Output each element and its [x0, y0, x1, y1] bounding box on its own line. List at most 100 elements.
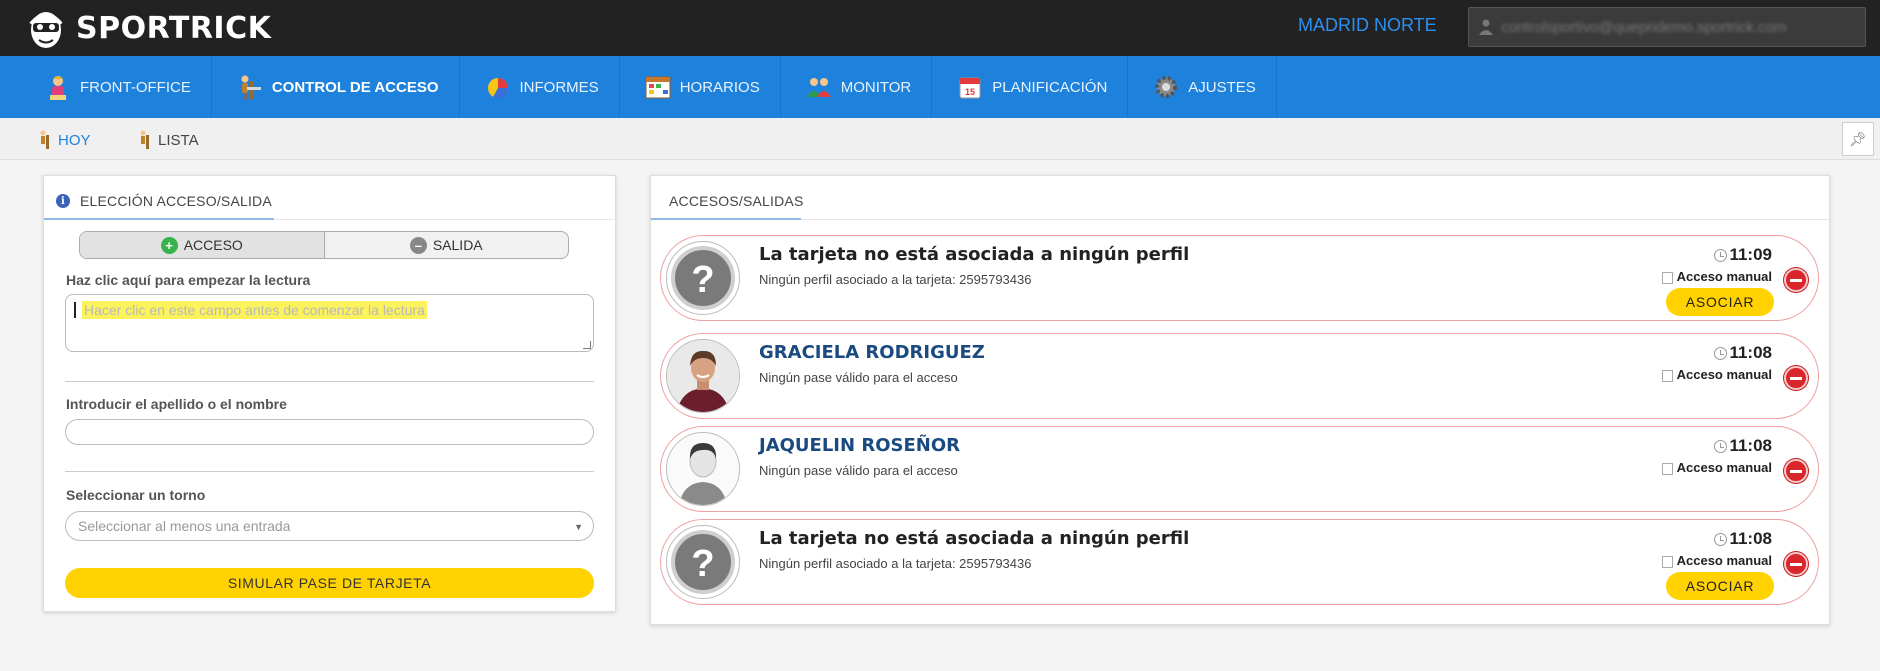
- default-avatar: [666, 432, 740, 506]
- manual-access-icon: [1661, 556, 1673, 568]
- pin-button[interactable]: 📌︎: [1842, 122, 1874, 156]
- divider: [65, 381, 594, 382]
- info-icon: i: [56, 194, 70, 208]
- subnav-hoy[interactable]: HOY: [38, 130, 91, 150]
- access-choice-panel: i ELECCIÓN ACCESO/SALIDA + ACCESO – SALI…: [43, 175, 616, 612]
- entry-mode: Acceso manual: [1661, 366, 1772, 382]
- turnstile-placeholder: Seleccionar al menos una entrada: [78, 518, 291, 534]
- main-nav: FRONT-OFFICE CONTROL DE ACCESO INFORMES …: [0, 56, 1880, 128]
- calendar-icon: 15: [959, 77, 981, 99]
- name-search-input[interactable]: [65, 419, 594, 445]
- manual-access-icon: [1661, 272, 1673, 284]
- svg-text:?: ?: [691, 259, 714, 301]
- remove-entry-button[interactable]: [1784, 552, 1808, 576]
- text-caret: [74, 301, 76, 318]
- panel-header: ACCESOS/SALIDAS: [651, 176, 1829, 220]
- turnstile-icon: [140, 130, 149, 149]
- title-underline: [44, 218, 274, 220]
- minus-circle-icon: –: [409, 236, 427, 254]
- clock-icon: [1714, 532, 1728, 546]
- nav-informes[interactable]: INFORMES: [460, 56, 620, 118]
- clock-icon: [1714, 248, 1728, 262]
- receptionist-icon: [50, 76, 66, 100]
- nav-label: AJUSTES: [1188, 78, 1256, 96]
- location-selector[interactable]: MADRID NORTE: [1298, 15, 1437, 36]
- turnstile-icon: [241, 75, 261, 100]
- nav-planificacion[interactable]: 15 PLANIFICACIÓN: [932, 56, 1129, 118]
- nav-monitor[interactable]: MONITOR: [781, 56, 933, 118]
- entry-mode-text: Acceso manual: [1676, 268, 1772, 284]
- subnav-lista[interactable]: LISTA: [138, 130, 199, 150]
- user-email: controlsportivo@quepridemo.sportrick.com: [1501, 18, 1787, 36]
- entry-subtitle: Ningún pase válido para el acceso: [759, 370, 958, 385]
- turnstile-select[interactable]: Seleccionar al menos una entrada ▼: [65, 511, 594, 541]
- card-reader-field[interactable]: Hacer clic en este campo antes de comenz…: [65, 294, 594, 352]
- access-entry: ? La tarjeta no está asociada a ningún p…: [660, 235, 1819, 321]
- nav-label: CONTROL DE ACCESO: [271, 78, 439, 96]
- reader-placeholder: Hacer clic en este campo antes de comenz…: [82, 300, 427, 319]
- member-name[interactable]: JAQUELIN ROSEÑOR: [759, 435, 960, 456]
- app-logo[interactable]: SPORTRICK: [24, 4, 271, 52]
- question-mark-icon: ?: [671, 530, 735, 594]
- user-account-box[interactable]: controlsportivo@quepridemo.sportrick.com: [1468, 7, 1866, 47]
- entry-title: La tarjeta no está asociada a ningún per…: [759, 528, 1190, 549]
- app-name: SPORTRICK: [76, 10, 272, 46]
- entry-subtitle: Ningún perfil asociado a la tarjeta: 259…: [759, 556, 1032, 571]
- remove-entry-button[interactable]: [1784, 268, 1808, 292]
- toggle-salida-label: SALIDA: [432, 237, 483, 253]
- entry-mode-text: Acceso manual: [1676, 366, 1772, 382]
- nav-label: PLANIFICACIÓN: [992, 78, 1108, 96]
- title-underline: [651, 218, 801, 220]
- person-silhouette-icon: [667, 433, 739, 505]
- nav-horarios[interactable]: HORARIOS: [620, 56, 781, 118]
- nav-control-de-acceso[interactable]: CONTROL DE ACCESO: [212, 56, 460, 128]
- top-bar: SPORTRICK MADRID NORTE controlsportivo@q…: [0, 0, 1880, 56]
- subnav-label: HOY: [58, 131, 91, 149]
- reader-label: Haz clic aquí para empezar la lectura: [66, 272, 311, 288]
- entry-time: 11:08: [1714, 436, 1772, 456]
- manual-access-icon: [1661, 370, 1673, 382]
- unknown-card-avatar: ?: [666, 241, 740, 315]
- panel-title: ACCESOS/SALIDAS: [669, 193, 804, 209]
- nav-front-office[interactable]: FRONT-OFFICE: [0, 56, 212, 118]
- turnstile-label: Seleccionar un torno: [66, 487, 206, 503]
- toggle-acceso[interactable]: + ACCESO: [80, 232, 325, 258]
- pie-chart-icon: [487, 78, 508, 99]
- divider: [65, 471, 594, 472]
- member-name[interactable]: GRACIELA RODRIGUEZ: [759, 342, 985, 363]
- schedule-grid-icon: [645, 76, 671, 99]
- panel-title-text: ACCESOS/SALIDAS: [669, 193, 804, 209]
- asociar-button[interactable]: ASOCIAR: [1666, 572, 1774, 600]
- user-icon: [1479, 19, 1493, 35]
- remove-entry-button[interactable]: [1784, 459, 1808, 483]
- remove-entry-button[interactable]: [1784, 366, 1808, 390]
- pin-icon: 📌︎: [1849, 130, 1867, 147]
- nav-ajustes[interactable]: AJUSTES: [1128, 56, 1277, 118]
- entry-mode-text: Acceso manual: [1676, 552, 1772, 568]
- svg-text:?: ?: [691, 543, 714, 585]
- entry-mode: Acceso manual: [1661, 552, 1772, 568]
- entry-subtitle: Ningún pase válido para el acceso: [759, 463, 958, 478]
- entry-time-value: 11:08: [1729, 436, 1772, 455]
- simulate-card-button[interactable]: SIMULAR PASE DE TARJETA: [65, 568, 594, 598]
- logo-mascot-icon: [29, 12, 63, 48]
- users-icon: [806, 78, 831, 97]
- access-log-panel: ACCESOS/SALIDAS ? La tarjeta no está aso…: [650, 175, 1830, 625]
- toggle-salida[interactable]: – SALIDA: [325, 232, 569, 258]
- resize-grip-icon[interactable]: [583, 341, 591, 349]
- question-mark-icon: ?: [671, 246, 735, 310]
- asociar-button[interactable]: ASOCIAR: [1666, 288, 1774, 316]
- nav-label: HORARIOS: [679, 78, 760, 96]
- plus-icon: +: [160, 236, 178, 254]
- nav-label: MONITOR: [840, 78, 912, 96]
- entry-mode: Acceso manual: [1661, 268, 1772, 284]
- unknown-card-avatar: ?: [666, 525, 740, 599]
- panel-header: i ELECCIÓN ACCESO/SALIDA: [44, 176, 615, 220]
- manual-access-icon: [1661, 463, 1673, 475]
- name-label: Introducir el apellido o el nombre: [66, 396, 287, 412]
- nav-label: FRONT-OFFICE: [80, 78, 191, 96]
- toggle-acceso-label: ACCESO: [183, 237, 243, 253]
- entry-time: 11:09: [1714, 245, 1772, 265]
- chevron-down-icon: ▼: [574, 522, 583, 532]
- entry-time-value: 11:08: [1729, 343, 1772, 362]
